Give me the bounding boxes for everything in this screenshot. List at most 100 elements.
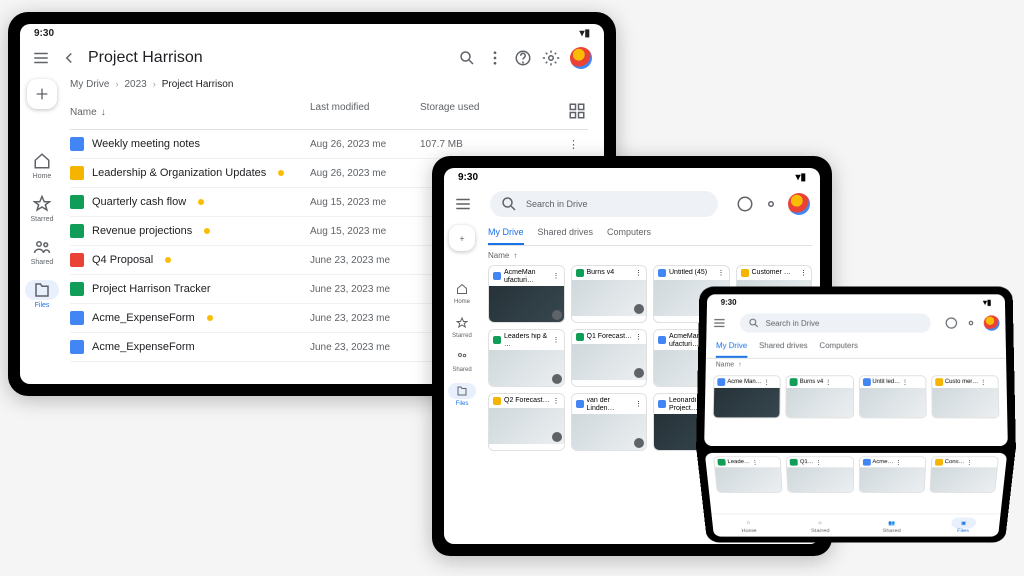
file-card[interactable]: AcmeMan ufacturi…⋮ bbox=[488, 265, 565, 323]
file-card[interactable]: Untit led…⋮ bbox=[858, 375, 926, 418]
search-icon bbox=[748, 317, 760, 329]
rail-home[interactable]: Home bbox=[448, 281, 476, 305]
card-more-icon[interactable]: ⋮ bbox=[635, 333, 642, 341]
help-icon[interactable] bbox=[514, 49, 532, 67]
file-name: Project Harrison Tracker bbox=[92, 283, 211, 295]
card-more-icon[interactable]: ⋮ bbox=[718, 269, 725, 277]
rail-shared[interactable]: Shared bbox=[25, 237, 59, 266]
thumbnail bbox=[489, 408, 564, 444]
nav-home[interactable]: ⌂Home bbox=[736, 517, 762, 533]
card-more-icon[interactable]: ⋮ bbox=[553, 336, 560, 344]
view-toggle-icon[interactable] bbox=[568, 102, 586, 120]
card-more-icon[interactable]: ⋮ bbox=[752, 459, 758, 465]
card-more-icon[interactable]: ⋮ bbox=[553, 272, 560, 280]
search-icon[interactable] bbox=[458, 49, 476, 67]
file-modified: June 23, 2023 me bbox=[310, 342, 420, 353]
file-row[interactable]: Weekly meeting notesAug 26, 2023 me107.7… bbox=[70, 130, 588, 159]
tab-my-drive[interactable]: My Drive bbox=[716, 336, 747, 358]
file-card[interactable]: Custo mer…⋮ bbox=[931, 375, 999, 418]
file-type-icon bbox=[741, 269, 749, 277]
rail-shared[interactable]: Shared bbox=[448, 349, 476, 373]
file-type-icon bbox=[70, 137, 84, 151]
file-type-icon bbox=[658, 400, 666, 408]
card-more-icon[interactable]: ⋮ bbox=[800, 269, 807, 277]
account-avatar[interactable] bbox=[570, 47, 592, 69]
card-more-icon[interactable]: ⋮ bbox=[635, 400, 642, 408]
tab-my-drive[interactable]: My Drive bbox=[488, 221, 524, 245]
file-card[interactable]: Acme Man…⋮ bbox=[713, 375, 781, 418]
search-field[interactable]: Search in Drive bbox=[490, 191, 718, 217]
rail-files[interactable]: Files bbox=[448, 383, 476, 407]
card-more-icon[interactable]: ⋮ bbox=[816, 459, 822, 465]
file-type-icon bbox=[862, 459, 870, 466]
account-avatar[interactable] bbox=[984, 315, 1000, 330]
file-card[interactable]: Cons…⋮ bbox=[929, 456, 999, 493]
thumbnail bbox=[932, 388, 998, 417]
menu-icon[interactable] bbox=[712, 316, 726, 329]
nav-shared[interactable]: 👥Shared bbox=[879, 517, 904, 533]
sort-control[interactable]: Name ↑ bbox=[706, 359, 1007, 372]
new-button[interactable]: ＋ bbox=[449, 225, 475, 251]
breadcrumbs[interactable]: My Drive› 2023› Project Harrison bbox=[70, 73, 588, 96]
tab-computers[interactable]: Computers bbox=[819, 336, 858, 358]
back-icon[interactable] bbox=[60, 49, 78, 67]
file-card[interactable]: Q1…⋮ bbox=[786, 456, 854, 493]
help-icon[interactable] bbox=[736, 195, 754, 213]
file-card[interactable]: Leaders hip & …⋮ bbox=[488, 329, 565, 387]
card-more-icon[interactable]: ⋮ bbox=[635, 269, 642, 277]
settings-icon[interactable] bbox=[964, 316, 978, 329]
status-bar: 9:30 ▾▮ bbox=[444, 168, 820, 187]
file-type-icon bbox=[658, 269, 666, 277]
rail-starred[interactable]: Starred bbox=[448, 315, 476, 339]
rail-home[interactable]: Home bbox=[25, 151, 59, 180]
search-field[interactable]: Search in Drive bbox=[740, 313, 931, 332]
file-name: Weekly meeting notes bbox=[92, 138, 200, 150]
file-card[interactable]: Leade…⋮ bbox=[713, 456, 783, 493]
nav-files[interactable]: ▣Files bbox=[951, 517, 977, 533]
card-more-icon[interactable]: ⋮ bbox=[553, 397, 560, 405]
card-more-icon[interactable]: ⋮ bbox=[895, 459, 901, 465]
tab-shared-drives[interactable]: Shared drives bbox=[759, 336, 808, 358]
file-card[interactable]: Acme…⋮ bbox=[858, 456, 926, 493]
file-type-icon bbox=[576, 333, 584, 341]
file-card[interactable]: Q2 Forecast…⋮ bbox=[488, 393, 565, 451]
status-icons: ▾▮ bbox=[795, 172, 806, 183]
file-type-icon bbox=[790, 459, 798, 466]
file-type-icon bbox=[70, 166, 84, 180]
rail-starred[interactable]: Starred bbox=[25, 194, 59, 223]
card-more-icon[interactable]: ⋮ bbox=[764, 379, 770, 386]
card-more-icon[interactable]: ⋮ bbox=[966, 459, 972, 465]
file-card[interactable]: Q1 Forecast…⋮ bbox=[571, 329, 648, 387]
card-more-icon[interactable]: ⋮ bbox=[825, 379, 831, 386]
row-more-icon[interactable]: ⋮ bbox=[568, 138, 588, 151]
settings-icon[interactable] bbox=[542, 49, 560, 67]
nav-starred[interactable]: ☆Starred bbox=[808, 517, 833, 533]
card-more-icon[interactable]: ⋮ bbox=[980, 379, 986, 386]
thumbnail bbox=[787, 388, 853, 417]
file-name: Untit led… bbox=[872, 379, 900, 385]
status-bar: 9:30▾▮ bbox=[707, 294, 1005, 310]
file-card[interactable]: van der Linden…⋮ bbox=[571, 393, 648, 451]
menu-icon[interactable] bbox=[32, 49, 50, 67]
file-card[interactable]: Burns v4⋮ bbox=[571, 265, 648, 323]
file-type-icon bbox=[862, 378, 870, 386]
file-type-icon bbox=[70, 282, 84, 296]
file-name: van der Linden… bbox=[587, 397, 633, 411]
sort-control[interactable]: Name ↑ bbox=[488, 246, 812, 265]
settings-icon[interactable] bbox=[762, 195, 780, 213]
menu-icon[interactable] bbox=[454, 195, 472, 213]
tab-computers[interactable]: Computers bbox=[607, 221, 651, 245]
file-modified: Aug 15, 2023 me bbox=[310, 197, 420, 208]
file-card[interactable]: Burns v4⋮ bbox=[786, 375, 854, 418]
file-type-icon bbox=[576, 400, 584, 408]
column-headers[interactable]: Name ↓ Last modified Storage used bbox=[70, 96, 588, 130]
rail-files[interactable]: Files bbox=[25, 280, 59, 309]
account-avatar[interactable] bbox=[788, 193, 810, 215]
tab-shared-drives[interactable]: Shared drives bbox=[538, 221, 594, 245]
help-icon[interactable] bbox=[944, 316, 958, 329]
more-icon[interactable] bbox=[486, 49, 504, 67]
new-button[interactable] bbox=[27, 79, 57, 109]
file-name: Acme_ExpenseForm bbox=[92, 312, 195, 324]
card-more-icon[interactable]: ⋮ bbox=[902, 379, 908, 386]
activity-badge bbox=[204, 228, 210, 234]
